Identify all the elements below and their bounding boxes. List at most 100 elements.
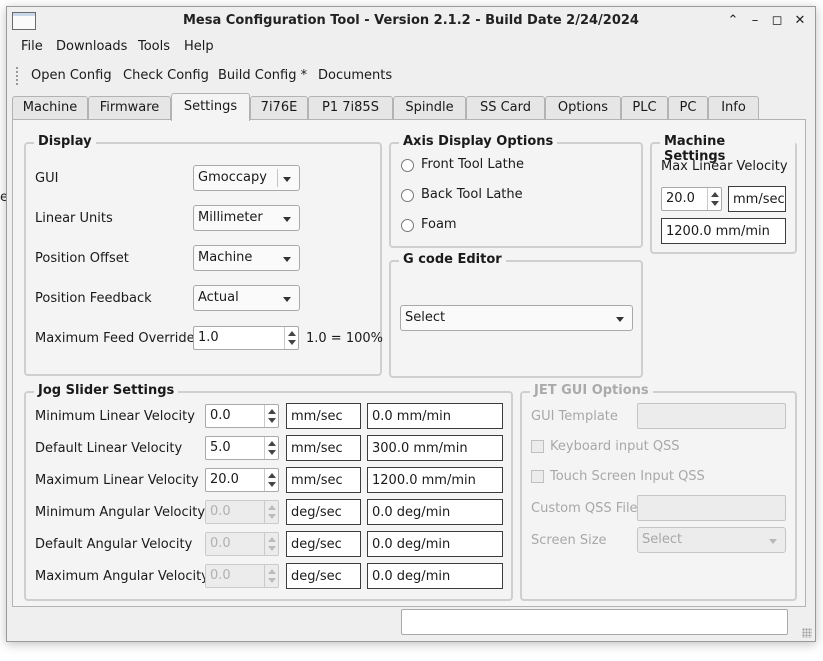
spin-up-icon[interactable] xyxy=(268,409,276,414)
touch-qss-label: Touch Screen Input QSS xyxy=(550,469,705,484)
jog-row-converted: 0.0 deg/min xyxy=(372,505,451,520)
touch-qss-checkbox xyxy=(531,470,544,483)
menu-tools[interactable]: Tools xyxy=(138,39,170,54)
chevron-down-icon xyxy=(283,177,291,182)
display-group-title: Display xyxy=(34,134,96,149)
foam-label[interactable]: Foam xyxy=(421,217,457,232)
tab-p1-7i85s[interactable]: P1 7i85S xyxy=(308,96,393,120)
max-linear-velocity-jog-spinbox[interactable]: 20.0 xyxy=(205,468,279,492)
spin-up-icon xyxy=(268,505,276,510)
spin-buttons[interactable] xyxy=(284,327,298,349)
jog-row-converted-box: 0.0 mm/min xyxy=(367,403,503,429)
tab-7i76e[interactable]: 7i76E xyxy=(250,96,308,120)
jog-row-unit: mm/sec xyxy=(291,409,343,424)
display-group: Display GUI Gmoccapy Linear Units Millim… xyxy=(24,134,383,376)
documents-button[interactable]: Documents xyxy=(318,68,392,83)
jog-slider-group: Jog Slider Settings Minimum Linear Veloc… xyxy=(24,383,513,601)
build-config-button[interactable]: Build Config * xyxy=(218,68,307,83)
check-config-button[interactable]: Check Config xyxy=(123,68,209,83)
spin-down-icon[interactable] xyxy=(268,418,276,423)
tab-spindle[interactable]: Spindle xyxy=(393,96,466,120)
spin-up-icon[interactable] xyxy=(288,331,296,336)
max-linear-velocity-unit-box: mm/sec xyxy=(728,186,786,212)
spin-down-icon[interactable] xyxy=(268,450,276,455)
jet-gui-group-title: JET GUI Options xyxy=(530,383,653,398)
max-linear-velocity-value: 20.0 xyxy=(666,191,695,206)
jog-row-unit-box: deg/sec xyxy=(286,563,361,589)
spin-up-icon[interactable] xyxy=(268,473,276,478)
resize-grip-icon[interactable] xyxy=(802,628,812,638)
spin-buttons[interactable] xyxy=(264,405,278,427)
gui-select[interactable]: Gmoccapy xyxy=(193,165,300,191)
spin-buttons[interactable] xyxy=(707,188,721,210)
position-feedback-select-value: Actual xyxy=(198,290,239,305)
linear-units-select[interactable]: Millimeter xyxy=(193,205,300,231)
spin-up-icon[interactable] xyxy=(268,441,276,446)
foam-radio[interactable] xyxy=(401,219,414,232)
spin-buttons[interactable] xyxy=(264,469,278,491)
spin-down-icon xyxy=(268,546,276,551)
jog-row-converted: 1200.0 mm/min xyxy=(372,473,476,488)
jog-row-value: 5.0 xyxy=(210,440,231,455)
minimize-icon[interactable]: – xyxy=(746,12,764,30)
maximize-icon[interactable]: ◻ xyxy=(768,12,786,30)
gui-label: GUI xyxy=(35,171,59,186)
spin-up-icon[interactable] xyxy=(711,192,719,197)
toolbar-grip-icon[interactable] xyxy=(16,67,19,85)
jog-row-value: 0.0 xyxy=(210,536,231,551)
max-linear-velocity-spinbox[interactable]: 20.0 xyxy=(661,187,722,211)
front-tool-lathe-label[interactable]: Front Tool Lathe xyxy=(421,157,524,172)
tab-pc[interactable]: PC xyxy=(668,96,708,120)
menu-help[interactable]: Help xyxy=(184,39,214,54)
position-offset-label: Position Offset xyxy=(35,251,129,266)
max-linear-velocity-converted-box: 1200.0 mm/min xyxy=(661,218,786,244)
jog-row-converted-box: 1200.0 mm/min xyxy=(367,467,503,493)
chevron-down-icon xyxy=(283,217,291,222)
close-icon[interactable]: ✕ xyxy=(791,12,809,30)
max-linear-velocity-label: Max Linear Velocity xyxy=(661,159,788,174)
spin-down-icon xyxy=(268,514,276,519)
chevron-down-icon xyxy=(769,539,777,544)
jog-row-unit-box: mm/sec xyxy=(286,403,361,429)
front-tool-lathe-radio[interactable] xyxy=(401,159,414,172)
spin-buttons xyxy=(264,501,278,523)
menu-file[interactable]: File xyxy=(21,39,43,54)
linear-units-label: Linear Units xyxy=(35,211,113,226)
spin-down-icon[interactable] xyxy=(711,201,719,206)
min-linear-velocity-spinbox[interactable]: 0.0 xyxy=(205,404,279,428)
open-config-button[interactable]: Open Config xyxy=(31,68,112,83)
axis-display-group-title: Axis Display Options xyxy=(399,134,558,149)
machine-settings-group: Machine Settings Max Linear Velocity 20.… xyxy=(650,134,797,254)
jog-row-label: Maximum Linear Velocity xyxy=(35,473,199,488)
jog-row-converted-box: 0.0 deg/min xyxy=(367,499,503,525)
default-angular-velocity-spinbox: 0.0 xyxy=(205,532,279,556)
max-feed-override-spinbox[interactable]: 1.0 xyxy=(193,326,299,350)
title-bar[interactable]: Mesa Configuration Tool - Version 2.1.2 … xyxy=(7,7,815,35)
back-tool-lathe-radio[interactable] xyxy=(401,189,414,202)
tab-info[interactable]: Info xyxy=(708,96,759,120)
gcode-editor-group: G code Editor Select xyxy=(389,252,643,378)
tab-ss-card[interactable]: SS Card xyxy=(466,96,545,120)
jog-row-value: 0.0 xyxy=(210,504,231,519)
tab-firmware[interactable]: Firmware xyxy=(88,96,171,120)
default-linear-velocity-spinbox[interactable]: 5.0 xyxy=(205,436,279,460)
tab-settings[interactable]: Settings xyxy=(171,93,250,121)
max-linear-velocity-converted: 1200.0 mm/min xyxy=(666,224,770,239)
position-feedback-label: Position Feedback xyxy=(35,291,152,306)
jog-row-unit-box: deg/sec xyxy=(286,531,361,557)
tab-plc[interactable]: PLC xyxy=(621,96,668,120)
tab-machine[interactable]: Machine xyxy=(12,96,88,120)
position-feedback-select[interactable]: Actual xyxy=(193,285,300,311)
gcode-editor-select[interactable]: Select xyxy=(400,305,633,331)
jog-row-unit: deg/sec xyxy=(291,569,342,584)
menu-downloads[interactable]: Downloads xyxy=(56,39,127,54)
spin-buttons[interactable] xyxy=(264,437,278,459)
tab-options[interactable]: Options xyxy=(545,96,621,120)
back-tool-lathe-label[interactable]: Back Tool Lathe xyxy=(421,187,523,202)
position-offset-select[interactable]: Machine xyxy=(193,245,300,271)
spin-down-icon[interactable] xyxy=(268,482,276,487)
spin-up-icon xyxy=(268,569,276,574)
spin-down-icon[interactable] xyxy=(288,340,296,345)
jog-row-value: 20.0 xyxy=(210,472,239,487)
keep-above-icon[interactable]: ⌃ xyxy=(724,12,742,30)
